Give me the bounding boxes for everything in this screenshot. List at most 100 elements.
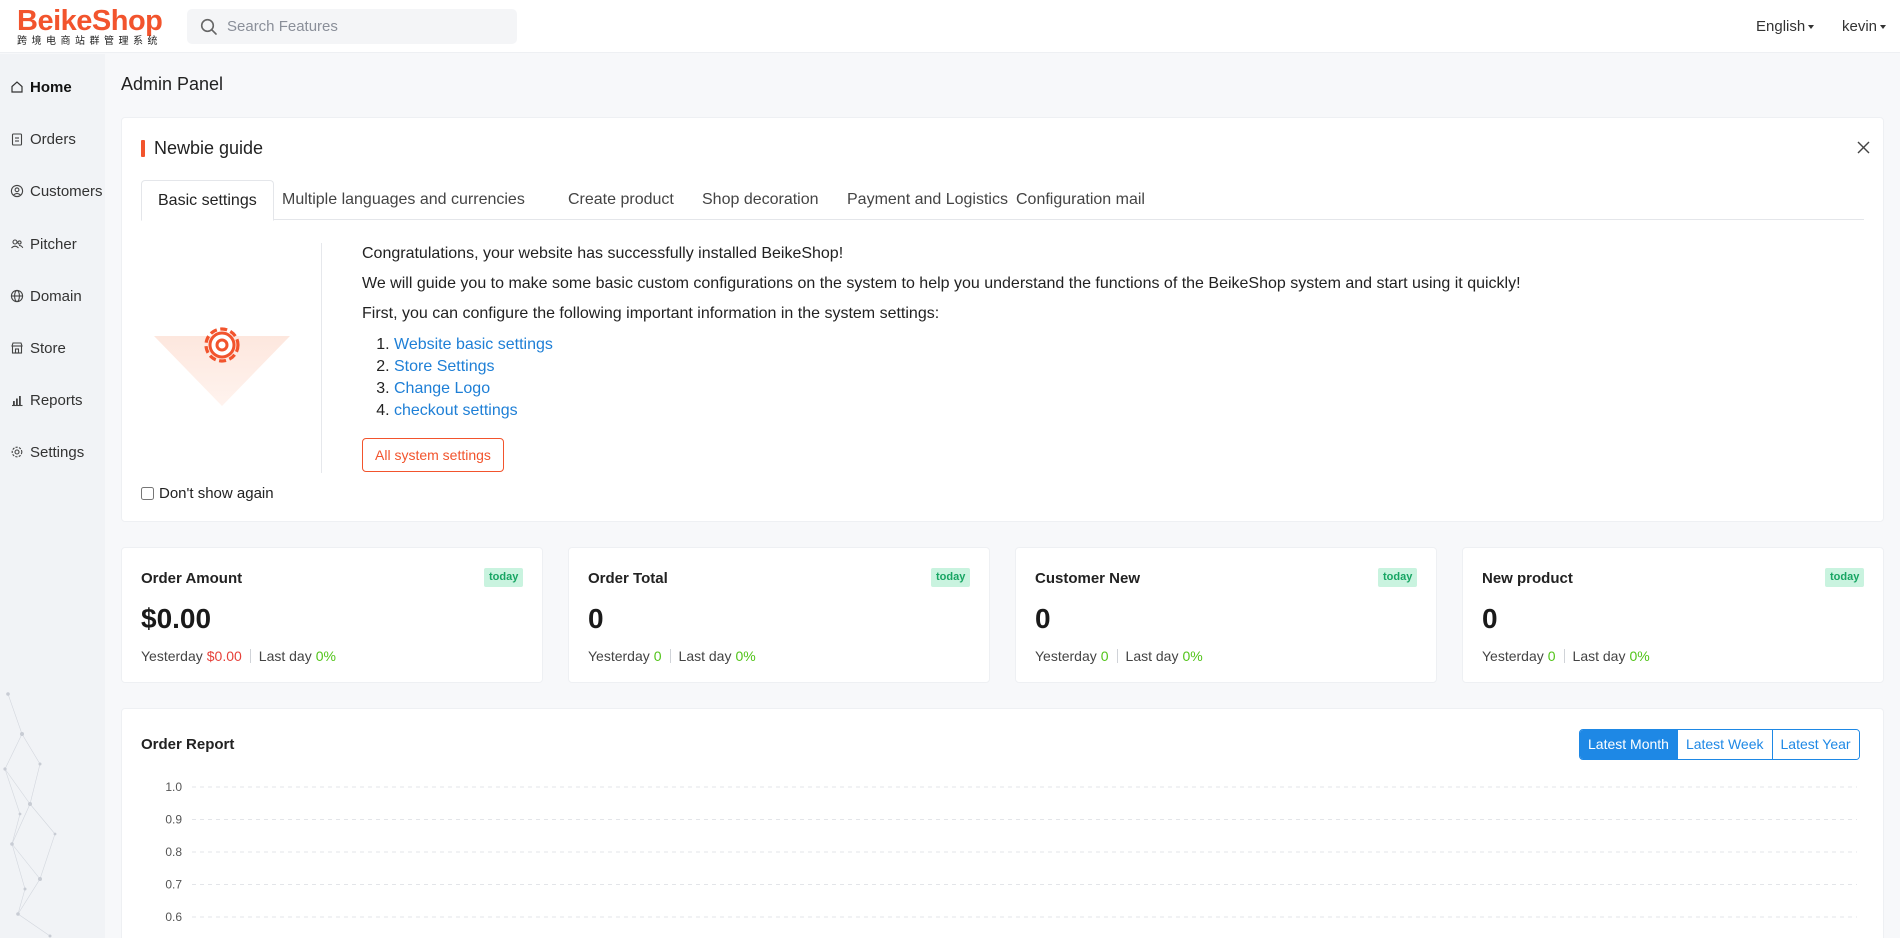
chevron-down-icon xyxy=(1808,25,1815,30)
stat-footer: Yesterday 0 Last day 0% xyxy=(1035,648,1203,664)
tab-basic-settings[interactable]: Basic settings xyxy=(141,180,274,221)
dont-show-checkbox[interactable] xyxy=(141,487,154,500)
divider xyxy=(1563,649,1565,663)
today-badge: today xyxy=(1825,568,1865,587)
stat-title: Order Total xyxy=(588,570,668,587)
store-icon xyxy=(11,342,23,354)
newbie-guide-card: Newbie guide Basic settings Multiple lan… xyxy=(121,117,1884,522)
today-badge: today xyxy=(931,568,971,587)
guide-paragraph: Congratulations, your website has succes… xyxy=(362,245,844,262)
sidebar-item-home[interactable]: Home xyxy=(10,75,72,99)
top-header: BeikeShop 跨境电商站群管理系统 English kevin xyxy=(0,0,1900,53)
guide-content: Congratulations, your website has succes… xyxy=(362,244,1842,422)
globe-icon xyxy=(10,289,24,303)
sidebar-item-pitcher[interactable]: Pitcher xyxy=(10,232,77,256)
link-change-logo[interactable]: Change Logo xyxy=(394,380,490,397)
page-title: Admin Panel xyxy=(121,74,224,94)
stat-value: 0 xyxy=(1482,603,1498,634)
sidebar-item-label: Settings xyxy=(30,443,85,461)
guide-paragraph: We will guide you to make some basic cus… xyxy=(362,275,1521,292)
sidebar-item-label: Domain xyxy=(30,287,82,305)
sidebar-item-label: Home xyxy=(30,78,72,96)
yesterday-label: Yesterday xyxy=(1482,648,1544,664)
y-tick-label: 0.9 xyxy=(165,813,182,827)
tab-configuration-mail[interactable]: Configuration mail xyxy=(1016,180,1145,220)
guide-links-list: Website basic settings Store Settings Ch… xyxy=(394,334,1842,422)
range-toggle: Latest Month Latest Week Latest Year xyxy=(1579,729,1860,760)
close-icon[interactable] xyxy=(1856,140,1871,155)
latest-month-button[interactable]: Latest Month xyxy=(1580,730,1678,759)
lastday-value: 0% xyxy=(1629,648,1650,664)
language-label: English xyxy=(1756,18,1806,35)
lastday-label: Last day xyxy=(678,648,732,664)
lastday-label: Last day xyxy=(258,648,312,664)
sidebar-item-reports[interactable]: Reports xyxy=(10,388,83,412)
stat-title: Customer New xyxy=(1035,570,1141,587)
network-decoration xyxy=(3,692,57,938)
sidebar-item-store[interactable]: Store xyxy=(10,336,66,360)
stat-card-order-amount: Order Amount today $0.00 Yesterday $0.00… xyxy=(121,547,543,683)
stat-title: Order Amount xyxy=(141,570,243,587)
link-checkout-settings[interactable]: checkout settings xyxy=(394,402,518,419)
guide-tabs: Basic settings Multiple languages and cu… xyxy=(141,180,1864,221)
lastday-label: Last day xyxy=(1125,648,1179,664)
tab-shop-decoration[interactable]: Shop decoration xyxy=(702,180,819,220)
sidebar-item-settings[interactable]: Settings xyxy=(10,440,84,464)
sidebar-item-label: Customers xyxy=(30,182,103,200)
today-badge: today xyxy=(484,568,524,587)
user-dropdown[interactable]: kevin xyxy=(1842,18,1887,35)
logo-subtitle: 跨境电商站群管理系统 xyxy=(17,36,162,47)
accent-bar xyxy=(141,139,145,157)
yesterday-value: 0 xyxy=(1100,648,1109,664)
divider xyxy=(321,243,322,473)
divider xyxy=(669,649,671,663)
stat-value: $0.00 xyxy=(141,603,212,634)
latest-week-button[interactable]: Latest Week xyxy=(1677,730,1773,759)
order-report-card: Order Report Latest Month Latest Week La… xyxy=(121,708,1884,938)
stat-card-new-product: New product today 0 Yesterday 0 Last day… xyxy=(1462,547,1884,683)
sidebar-item-customers[interactable]: Customers xyxy=(10,179,103,203)
home-icon xyxy=(11,81,23,93)
divider xyxy=(1116,649,1118,663)
search-input[interactable] xyxy=(227,9,507,44)
link-store-settings[interactable]: Store Settings xyxy=(394,358,495,375)
all-system-settings-button[interactable]: All system settings xyxy=(362,438,504,472)
bar-chart-icon xyxy=(12,396,23,407)
tab-languages-currencies[interactable]: Multiple languages and currencies xyxy=(282,180,525,220)
list-item: Store Settings xyxy=(394,356,1842,378)
sidebar-item-domain[interactable]: Domain xyxy=(10,284,82,308)
stat-footer: Yesterday $0.00 Last day 0% xyxy=(141,648,336,664)
stat-title: New product xyxy=(1482,570,1573,587)
stat-footer: Yesterday 0 Last day 0% xyxy=(588,648,756,664)
search-box[interactable] xyxy=(187,9,517,44)
sidebar-item-label: Orders xyxy=(30,130,76,148)
sidebar-item-label: Reports xyxy=(30,391,83,409)
order-report-chart: 1.0 0.9 0.8 0.7 0.6 xyxy=(165,780,1857,924)
latest-year-button[interactable]: Latest Year xyxy=(1772,730,1859,759)
sidebar-item-orders[interactable]: Orders xyxy=(10,127,76,151)
y-tick-label: 0.7 xyxy=(165,878,182,892)
guide-title: Newbie guide xyxy=(141,138,263,158)
tab-create-product[interactable]: Create product xyxy=(568,180,674,220)
dont-show-label: Don't show again xyxy=(159,485,274,502)
users-icon xyxy=(11,239,24,249)
yesterday-label: Yesterday xyxy=(588,648,650,664)
stat-value: 0 xyxy=(588,603,604,634)
stat-value: 0 xyxy=(1035,603,1051,634)
logo-text: BeikeShop xyxy=(17,5,163,37)
list-item: checkout settings xyxy=(394,400,1842,422)
logo[interactable]: BeikeShop 跨境电商站群管理系统 xyxy=(17,5,167,47)
gear-icon xyxy=(11,446,23,458)
language-dropdown[interactable]: English xyxy=(1756,18,1815,35)
y-tick-label: 1.0 xyxy=(165,780,182,794)
link-website-basic-settings[interactable]: Website basic settings xyxy=(394,336,553,353)
yesterday-value: 0 xyxy=(1547,648,1556,664)
stat-card-order-total: Order Total today 0 Yesterday 0 Last day… xyxy=(568,547,990,683)
sidebar: Home Orders Customers Pitcher Domain Sto… xyxy=(0,54,105,938)
tab-payment-logistics[interactable]: Payment and Logistics xyxy=(847,180,1008,220)
user-circle-icon xyxy=(10,184,24,198)
dont-show-again[interactable]: Don't show again xyxy=(141,485,274,502)
chevron-down-icon xyxy=(1880,25,1887,30)
lastday-value: 0% xyxy=(315,648,336,664)
y-tick-label: 0.6 xyxy=(165,910,182,924)
